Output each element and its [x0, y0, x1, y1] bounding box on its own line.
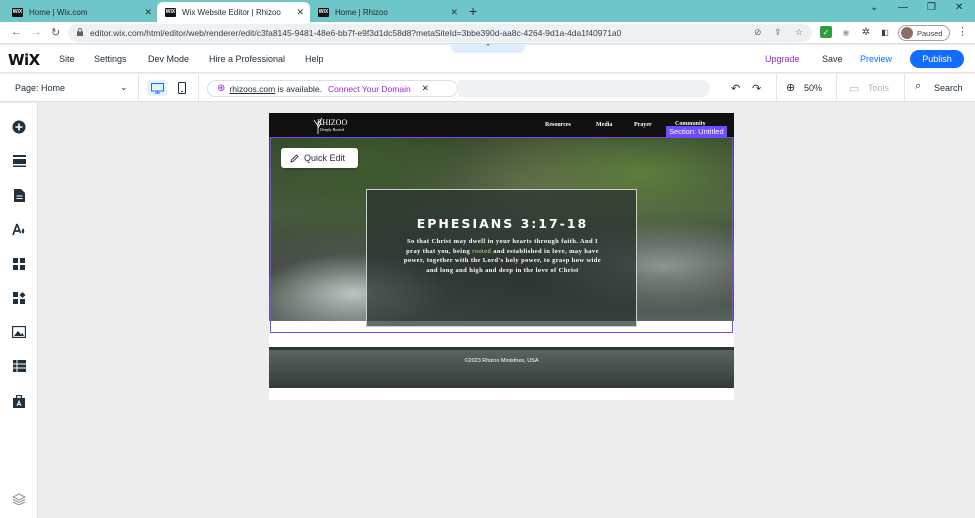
- divider: [776, 74, 777, 102]
- wix-favicon-icon: WIX: [12, 7, 23, 17]
- tab-title: Home | Wix.com: [29, 7, 88, 17]
- minimize-icon[interactable]: —: [898, 2, 908, 13]
- portfolio-icon[interactable]: [11, 393, 27, 409]
- save-button[interactable]: Save: [822, 54, 843, 64]
- profile-status: Paused: [917, 28, 943, 38]
- domain-banner-extension: [458, 80, 710, 97]
- browser-tab[interactable]: WIX Home | Wix.com ✕: [4, 2, 158, 22]
- publish-button[interactable]: Publish: [910, 50, 964, 68]
- connect-domain-link[interactable]: Connect Your Domain: [328, 84, 411, 94]
- forward-icon[interactable]: →: [31, 26, 42, 38]
- mobile-view-icon[interactable]: [172, 80, 192, 96]
- business-icon[interactable]: [11, 290, 27, 306]
- search-icon[interactable]: ⌕: [915, 80, 921, 93]
- menu-site[interactable]: Site: [59, 54, 75, 64]
- profile-paused-button[interactable]: Paused: [898, 25, 950, 41]
- theme-icon[interactable]: [11, 221, 27, 237]
- domain-name-link[interactable]: rhizoos.com: [229, 84, 275, 94]
- side-panel-icon[interactable]: ◧: [879, 26, 891, 38]
- left-tool-rail: [0, 103, 38, 518]
- domain-banner: ⊕ rhizoos.com is available. Connect Your…: [207, 80, 458, 97]
- tracking-blocked-icon[interactable]: ⊘: [754, 27, 762, 38]
- page-selector[interactable]: Page: Home: [15, 83, 65, 93]
- site-nav-media[interactable]: Media: [596, 122, 612, 128]
- site-header[interactable]: RHIZOO Deeply Rooted Resources Media Pra…: [269, 113, 734, 137]
- layers-icon[interactable]: [11, 491, 27, 507]
- browser-tab[interactable]: WIX Home | Rhizoo ✕: [310, 2, 464, 22]
- zoom-icon[interactable]: ⊕: [786, 81, 795, 94]
- wix-favicon-icon: WIX: [165, 7, 176, 17]
- tab-close-icon[interactable]: ✕: [450, 7, 458, 18]
- upgrade-button[interactable]: Upgrade: [765, 54, 800, 64]
- domain-status: is available.: [275, 83, 322, 94]
- desktop-view-icon[interactable]: [147, 80, 167, 96]
- extension-check-icon[interactable]: ✓: [820, 26, 832, 38]
- menu-dev-mode[interactable]: Dev Mode: [148, 54, 189, 64]
- zoom-level[interactable]: 50%: [804, 83, 822, 93]
- share-icon[interactable]: ⇪: [774, 27, 782, 38]
- reload-icon[interactable]: ↻: [51, 26, 60, 39]
- collapse-topbar-chevron-icon[interactable]: ⌃: [451, 44, 525, 53]
- sections-icon[interactable]: [11, 153, 27, 169]
- site-footer[interactable]: ©2023 Rhizoo Ministries, USA: [269, 350, 734, 388]
- section-label[interactable]: Section: Untitled: [666, 126, 727, 137]
- tab-title: Home | Rhizoo: [335, 7, 388, 17]
- tab-close-icon[interactable]: ✕: [296, 7, 304, 18]
- redo-icon[interactable]: ↷: [752, 82, 761, 95]
- add-icon[interactable]: [11, 119, 27, 135]
- site-logo-tagline: Deeply Rooted: [320, 127, 345, 132]
- preview-button[interactable]: Preview: [860, 54, 892, 64]
- wix-editor-toolbar: Page: Home ⌄ ⊕ rhizoos.com is available.…: [0, 74, 975, 102]
- menu-settings[interactable]: Settings: [94, 54, 127, 64]
- browser-tab-strip: WIX Home | Wix.com ✕ WIX Wix Website Edi…: [0, 0, 975, 22]
- divider: [904, 74, 905, 102]
- close-icon[interactable]: ✕: [422, 83, 429, 94]
- quick-edit-button[interactable]: Quick Edit: [281, 148, 358, 168]
- wix-favicon-icon: WIX: [318, 7, 329, 17]
- search-button[interactable]: Search: [934, 83, 963, 93]
- bookmark-star-icon[interactable]: ☆: [795, 27, 803, 38]
- site-logo[interactable]: RHIZOO Deeply Rooted: [317, 118, 347, 132]
- avatar: [901, 27, 913, 39]
- apps-icon[interactable]: [11, 256, 27, 272]
- tab-title: Wix Website Editor | Rhizoo: [182, 7, 281, 17]
- new-tab-icon[interactable]: +: [469, 3, 477, 19]
- browser-address-bar: ← → ↻ editor.wix.com/html/editor/web/ren…: [0, 22, 975, 44]
- extensions-puzzle-icon[interactable]: ✲: [860, 26, 872, 38]
- menu-hire-professional[interactable]: Hire a Professional: [209, 54, 285, 64]
- globe-icon: ⊕: [217, 83, 226, 94]
- maximize-icon[interactable]: ❐: [927, 2, 936, 13]
- extension-grey-icon[interactable]: ◉: [840, 26, 852, 38]
- more-menu-icon[interactable]: ⋮: [957, 25, 968, 38]
- pencil-icon: [290, 153, 299, 163]
- menu-help[interactable]: Help: [305, 54, 324, 64]
- site-nav-prayer[interactable]: Prayer: [634, 122, 652, 128]
- site-logo-text: RHIZOO: [317, 118, 348, 127]
- site-nav-resources[interactable]: Resources: [545, 122, 571, 128]
- quick-edit-label: Quick Edit: [304, 153, 346, 163]
- divider: [198, 74, 199, 102]
- wix-logo[interactable]: WiX: [8, 51, 40, 69]
- url-text: editor.wix.com/html/editor/web/renderer/…: [90, 28, 622, 38]
- chevron-down-icon[interactable]: ⌄: [870, 2, 878, 13]
- browser-tab-active[interactable]: WIX Wix Website Editor | Rhizoo ✕: [157, 2, 310, 22]
- media-icon[interactable]: [11, 324, 27, 340]
- footer-copyright: ©2023 Rhizoo Ministries, USA: [464, 358, 539, 364]
- divider: [836, 74, 837, 102]
- url-field[interactable]: editor.wix.com/html/editor/web/renderer/…: [68, 24, 812, 42]
- cms-icon[interactable]: [11, 358, 27, 374]
- lock-icon: [77, 28, 83, 36]
- divider: [138, 74, 139, 102]
- tools-button[interactable]: Tools: [868, 83, 889, 93]
- tools-icon[interactable]: ▭: [849, 82, 859, 95]
- window-close-icon[interactable]: ✕: [955, 2, 963, 13]
- tab-close-icon[interactable]: ✕: [144, 7, 152, 18]
- undo-icon[interactable]: ↶: [731, 82, 740, 95]
- pages-icon[interactable]: [11, 187, 27, 203]
- chevron-down-icon[interactable]: ⌄: [120, 82, 128, 93]
- back-icon[interactable]: ←: [11, 26, 22, 38]
